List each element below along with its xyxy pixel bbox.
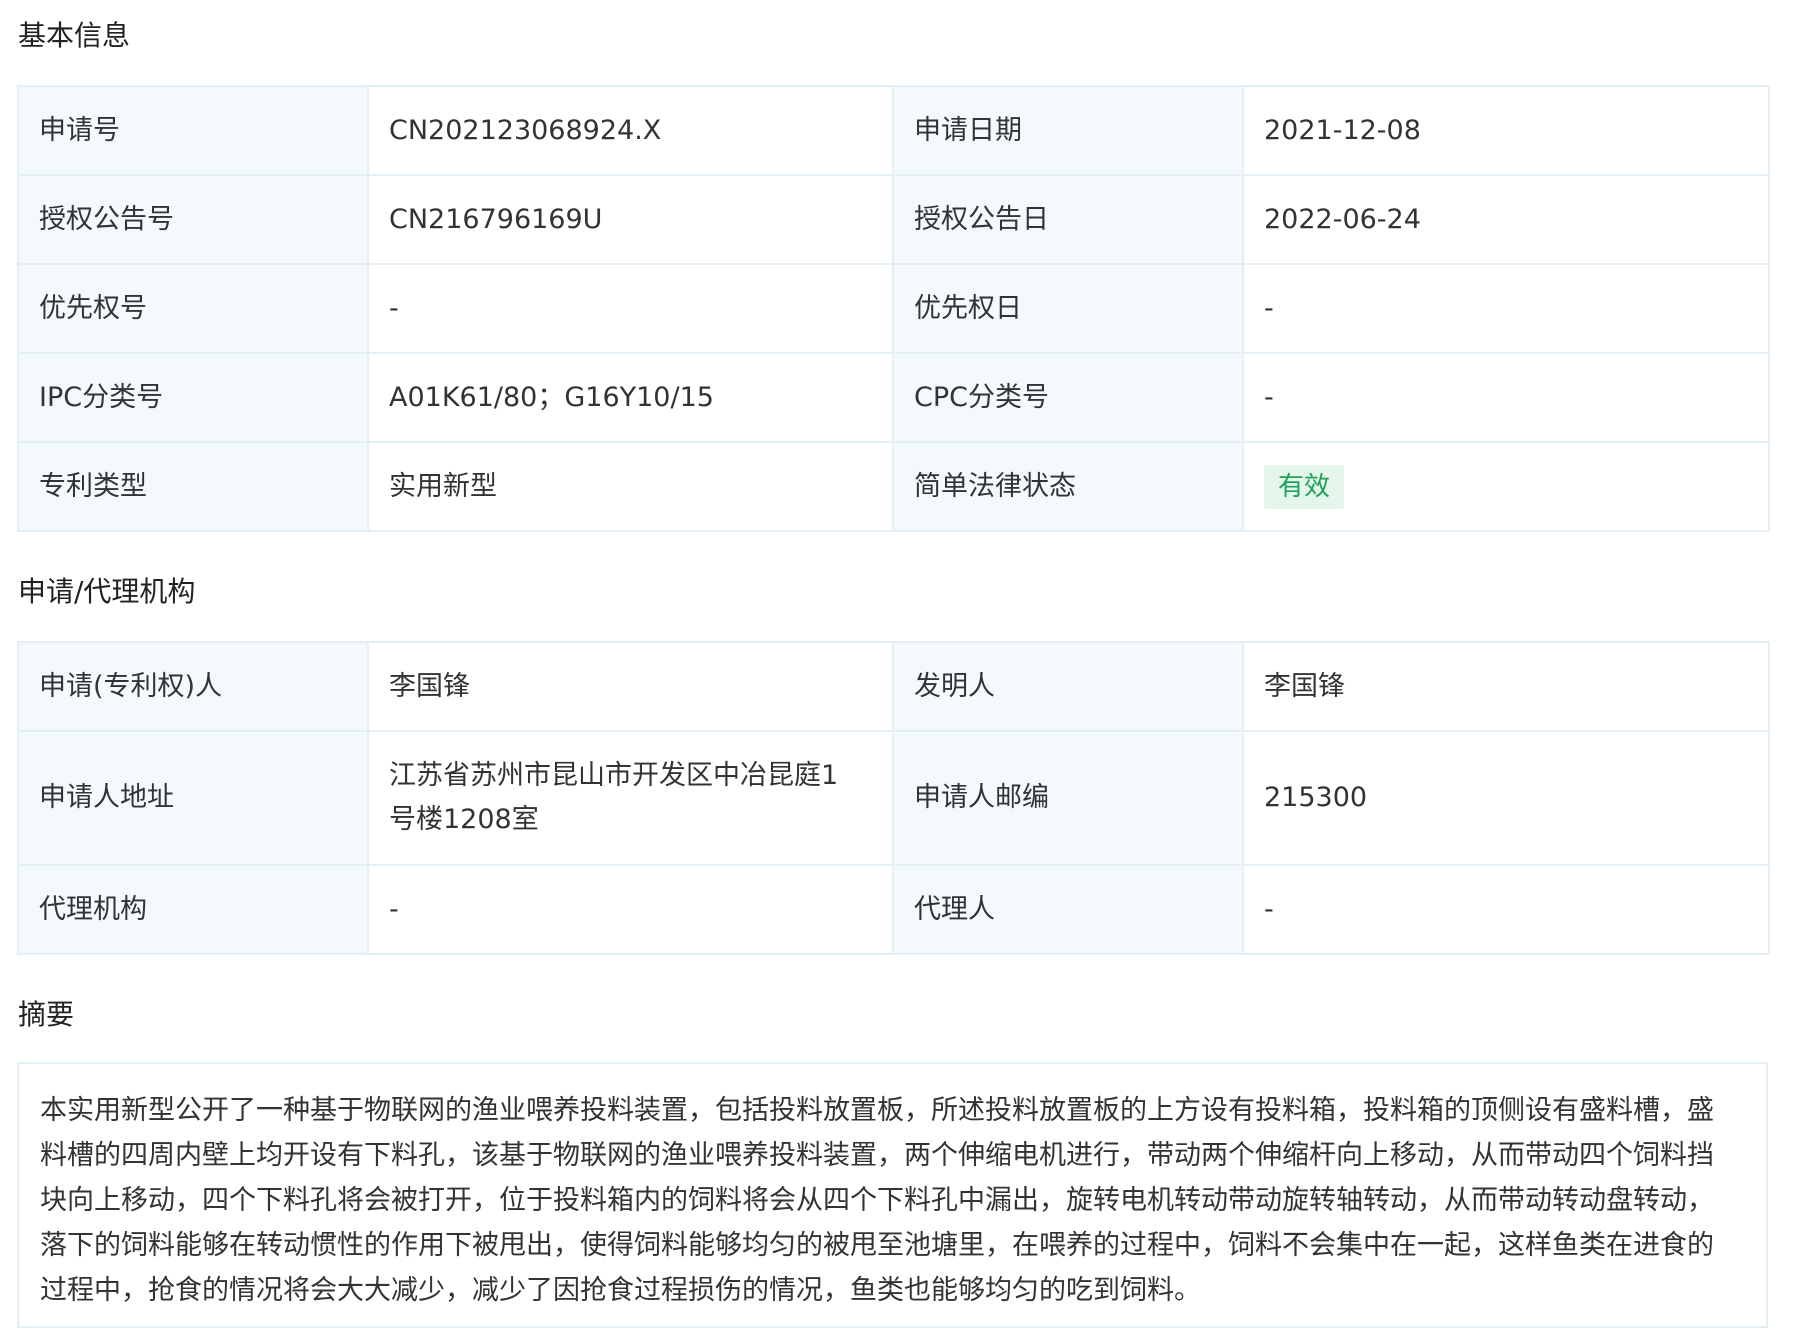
status-badge: 有效 [1264, 464, 1345, 509]
basic-info-table: 申请号 CN202123068924.X 申请日期 2021-12-08 授权公… [17, 85, 1770, 532]
field-label-legal-status: 简单法律状态 [892, 441, 1244, 532]
field-label-applicant-postcode: 申请人邮编 [892, 730, 1244, 866]
section-title-abstract: 摘要 [18, 998, 75, 1031]
field-label-agent: 代理人 [892, 864, 1244, 955]
field-label-cpc-classification: CPC分类号 [892, 352, 1244, 443]
table-row: IPC分类号 A01K61/80；G16Y10/15 CPC分类号 - [17, 352, 1770, 443]
field-value-applicant: 李国锋 [367, 641, 894, 732]
field-label-applicant: 申请(专利权)人 [17, 641, 369, 732]
field-label-grant-publication-number: 授权公告号 [17, 174, 369, 265]
table-row: 授权公告号 CN216796169U 授权公告日 2022-06-24 [17, 174, 1770, 265]
table-row: 专利类型 实用新型 简单法律状态 有效 [17, 441, 1770, 532]
field-value-ipc-classification: A01K61/80；G16Y10/15 [367, 352, 894, 443]
field-value-applicant-postcode: 215300 [1242, 730, 1770, 866]
abstract-text: 本实用新型公开了一种基于物联网的渔业喂养投料装置，包括投料放置板，所述投料放置板… [17, 1062, 1768, 1328]
field-value-priority-date: - [1242, 263, 1770, 354]
table-row: 申请号 CN202123068924.X 申请日期 2021-12-08 [17, 85, 1770, 176]
field-value-agent: - [1242, 864, 1770, 955]
field-label-inventor: 发明人 [892, 641, 1244, 732]
section-title-basic-info: 基本信息 [18, 19, 131, 52]
field-label-application-date: 申请日期 [892, 85, 1244, 176]
field-value-application-number: CN202123068924.X [367, 85, 894, 176]
table-row: 申请人地址 江苏省苏州市昆山市开发区中冶昆庭1号楼1208室 申请人邮编 215… [17, 730, 1770, 866]
field-label-grant-publication-date: 授权公告日 [892, 174, 1244, 265]
field-value-cpc-classification: - [1242, 352, 1770, 443]
field-value-grant-publication-number: CN216796169U [367, 174, 894, 265]
field-value-priority-number: - [367, 263, 894, 354]
field-label-priority-number: 优先权号 [17, 263, 369, 354]
field-value-legal-status: 有效 [1242, 441, 1770, 532]
table-row: 优先权号 - 优先权日 - [17, 263, 1770, 354]
table-row: 代理机构 - 代理人 - [17, 864, 1770, 955]
field-value-patent-type: 实用新型 [367, 441, 894, 532]
field-label-agency: 代理机构 [17, 864, 369, 955]
field-label-application-number: 申请号 [17, 85, 369, 176]
field-value-agency: - [367, 864, 894, 955]
field-value-applicant-address: 江苏省苏州市昆山市开发区中冶昆庭1号楼1208室 [367, 730, 894, 866]
table-row: 申请(专利权)人 李国锋 发明人 李国锋 [17, 641, 1770, 732]
field-value-grant-publication-date: 2022-06-24 [1242, 174, 1770, 265]
field-label-ipc-classification: IPC分类号 [17, 352, 369, 443]
field-value-application-date: 2021-12-08 [1242, 85, 1770, 176]
agency-info-table: 申请(专利权)人 李国锋 发明人 李国锋 申请人地址 江苏省苏州市昆山市开发区中… [17, 641, 1770, 955]
field-label-priority-date: 优先权日 [892, 263, 1244, 354]
field-label-patent-type: 专利类型 [17, 441, 369, 532]
field-value-inventor: 李国锋 [1242, 641, 1770, 732]
field-label-applicant-address: 申请人地址 [17, 730, 369, 866]
section-title-agency: 申请/代理机构 [18, 575, 196, 608]
